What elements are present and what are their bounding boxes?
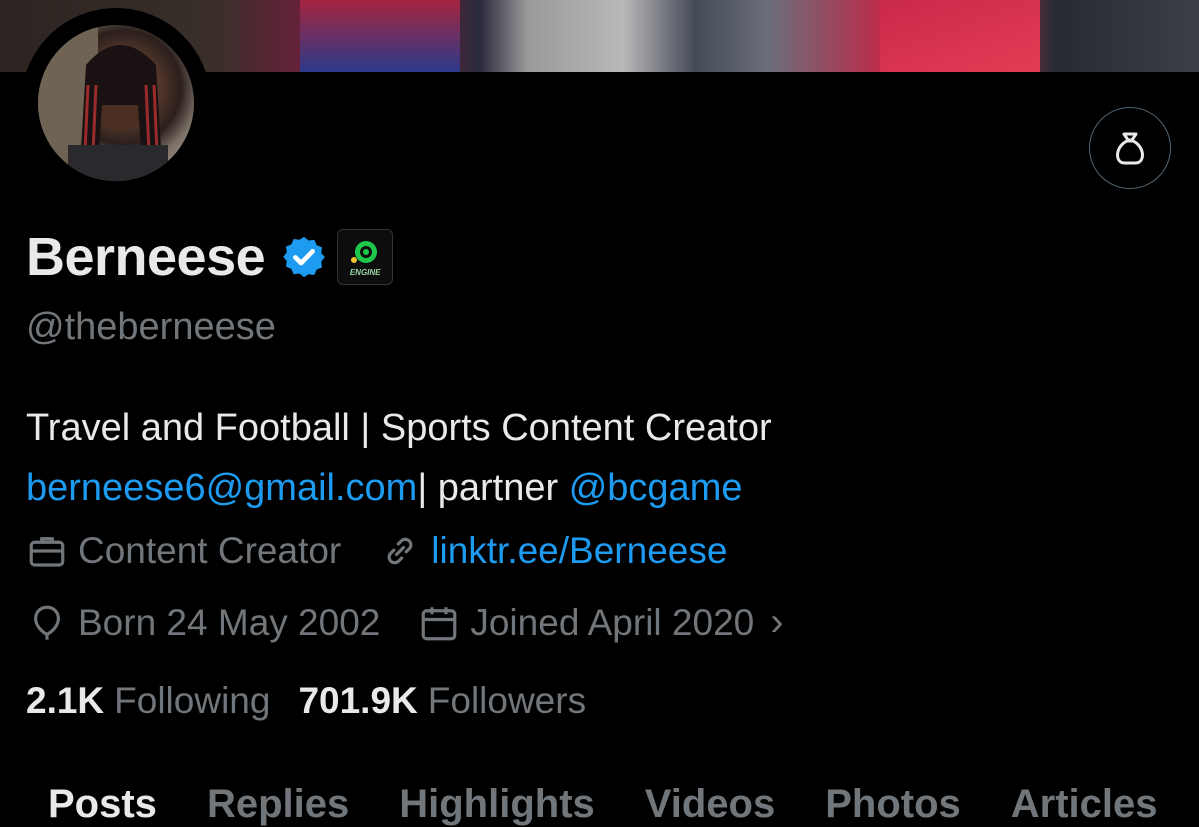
bio-separator-text: | partner: [417, 467, 569, 509]
verified-badge-icon[interactable]: [281, 234, 327, 280]
money-bag-icon[interactable]: [1089, 107, 1171, 189]
affiliate-badge-text: ENGINE: [349, 267, 381, 277]
category-label: Content Creator: [78, 530, 342, 571]
calendar-icon: [422, 606, 457, 640]
bio-line-2: berneese6@gmail.com| partner @bcgame: [26, 458, 772, 518]
profile-bio: Travel and Football | Sports Content Cre…: [26, 398, 772, 518]
tab-videos[interactable]: Videos: [645, 782, 775, 827]
profile-stats: 2.1K Following 701.9K Followers: [26, 680, 614, 722]
bio-email-link[interactable]: berneese6@gmail.com: [26, 467, 417, 509]
chevron-right-icon: ›: [770, 600, 784, 644]
followers-count[interactable]: 701.9K: [298, 680, 417, 722]
bio-mention-link[interactable]: @bcgame: [569, 467, 743, 509]
tab-highlights[interactable]: Highlights: [399, 782, 595, 827]
tab-replies[interactable]: Replies: [207, 782, 349, 827]
born-label: Born 24 May 2002: [78, 601, 381, 643]
tab-articles[interactable]: Articles: [1011, 782, 1158, 827]
website-link[interactable]: linktr.ee/Berneese: [431, 530, 727, 572]
bio-line-1: Travel and Football | Sports Content Cre…: [26, 407, 772, 449]
followers-label[interactable]: Followers: [428, 680, 586, 722]
briefcase-icon: [29, 537, 65, 567]
tab-posts[interactable]: Posts: [48, 782, 157, 827]
profile-birthdate: Born 24 May 2002: [26, 602, 380, 644]
tab-photos[interactable]: Photos: [825, 782, 961, 827]
link-icon: [387, 537, 413, 565]
profile-website[interactable]: linktr.ee/Berneese: [379, 530, 727, 572]
avatar[interactable]: [21, 8, 211, 198]
banner-image-region: [880, 0, 1040, 72]
following-label[interactable]: Following: [114, 680, 270, 722]
profile-tabs: Posts Replies Highlights Videos Photos A…: [48, 782, 1199, 827]
profile-category: Content Creator: [26, 530, 341, 572]
profile-handle: @theberneese: [26, 306, 276, 348]
profile-name: Berneese: [26, 227, 266, 287]
avatar-photo: [38, 25, 194, 181]
joined-label: Joined April 2020: [470, 601, 755, 643]
following-count[interactable]: 2.1K: [26, 680, 104, 722]
profile-joined[interactable]: Joined April 2020 ›: [418, 600, 784, 645]
profile-meta-row-2: Born 24 May 2002 Joined April 2020 ›: [26, 600, 822, 645]
profile-meta-row-1: Content Creator linktr.ee/Berneese: [26, 530, 765, 572]
affiliate-badge[interactable]: ENGINE: [337, 229, 394, 285]
banner-image-region: [300, 0, 460, 72]
profile-name-row: Berneese ENGINE: [26, 226, 394, 288]
balloon-icon: [34, 605, 60, 640]
bc-logo-icon: [351, 240, 378, 263]
